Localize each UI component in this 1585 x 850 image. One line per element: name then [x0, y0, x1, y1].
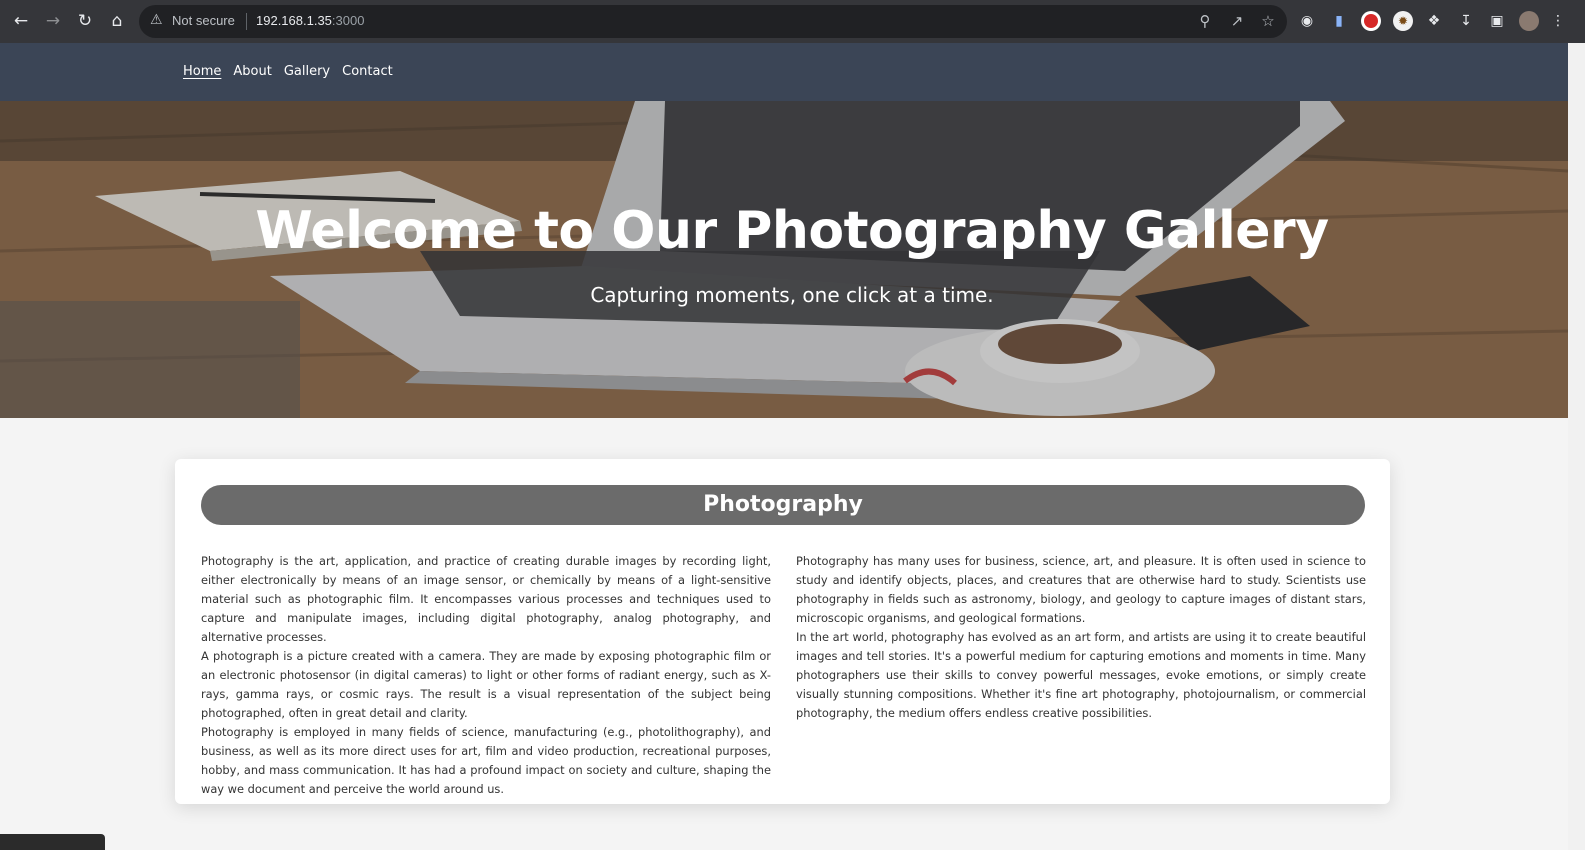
omnibox-divider	[246, 13, 247, 30]
hero-banner: Welcome to Our Photography Gallery Captu…	[0, 101, 1568, 418]
nav-gallery-link[interactable]: Gallery	[284, 64, 330, 79]
forward-icon[interactable]: →	[42, 10, 64, 32]
sidebar-icon[interactable]: ▣	[1487, 11, 1507, 31]
star-icon[interactable]: ☆	[1259, 12, 1277, 30]
section-title: Photography	[201, 485, 1365, 525]
extension-docs-icon[interactable]: ▮	[1329, 11, 1349, 31]
share-icon[interactable]: ↗	[1228, 12, 1246, 30]
main-nav: Home About Gallery Contact	[183, 64, 393, 79]
extensions-puzzle-icon[interactable]: ❖	[1424, 11, 1444, 31]
warning-icon[interactable]: ⚠	[150, 12, 163, 28]
left-column: Photography is the art, application, and…	[201, 552, 771, 799]
extension-glasses-icon[interactable]: ◉	[1297, 11, 1317, 31]
site-header: Home About Gallery Contact	[0, 43, 1568, 101]
right-column: Photography has many uses for business, …	[796, 552, 1366, 723]
browser-toolbar: ← → ↻ ⌂ ⚠ Not secure 192.168.1.35:3000 ⚲…	[0, 0, 1585, 43]
nav-home-link[interactable]: Home	[183, 64, 221, 79]
photography-card: Photography Photography is the art, appl…	[175, 459, 1390, 804]
address-bar[interactable]: ⚠ Not secure 192.168.1.35:3000 ⚲ ↗ ☆	[139, 5, 1287, 38]
paragraph: Photography is the art, application, and…	[201, 554, 771, 644]
hero-title: Welcome to Our Photography Gallery	[255, 201, 1329, 261]
paragraph: In the art world, photography has evolve…	[796, 630, 1366, 720]
back-icon[interactable]: ←	[10, 10, 32, 32]
security-label[interactable]: Not secure	[172, 13, 235, 28]
paragraph: Photography is employed in many fields o…	[201, 725, 771, 796]
nav-contact-link[interactable]: Contact	[342, 64, 393, 79]
zoom-icon[interactable]: ⚲	[1196, 12, 1214, 30]
hero-subtitle: Capturing moments, one click at a time.	[590, 283, 994, 307]
paragraph: Photography has many uses for business, …	[796, 554, 1366, 625]
reload-icon[interactable]: ↻	[74, 10, 96, 32]
profile-avatar[interactable]	[1519, 11, 1539, 31]
url-text[interactable]: 192.168.1.35:3000	[256, 13, 364, 28]
bottom-overlay-tab	[0, 834, 105, 850]
menu-icon[interactable]: ⋮	[1551, 11, 1565, 31]
extension-adblock-icon[interactable]	[1361, 11, 1381, 31]
paragraph: A photograph is a picture created with a…	[201, 649, 771, 720]
nav-about-link[interactable]: About	[233, 64, 271, 79]
home-icon[interactable]: ⌂	[106, 10, 128, 32]
extension-bug-icon[interactable]: ✹	[1393, 11, 1413, 31]
page-scrollbar[interactable]	[1568, 43, 1585, 850]
download-icon[interactable]: ↧	[1456, 11, 1476, 31]
